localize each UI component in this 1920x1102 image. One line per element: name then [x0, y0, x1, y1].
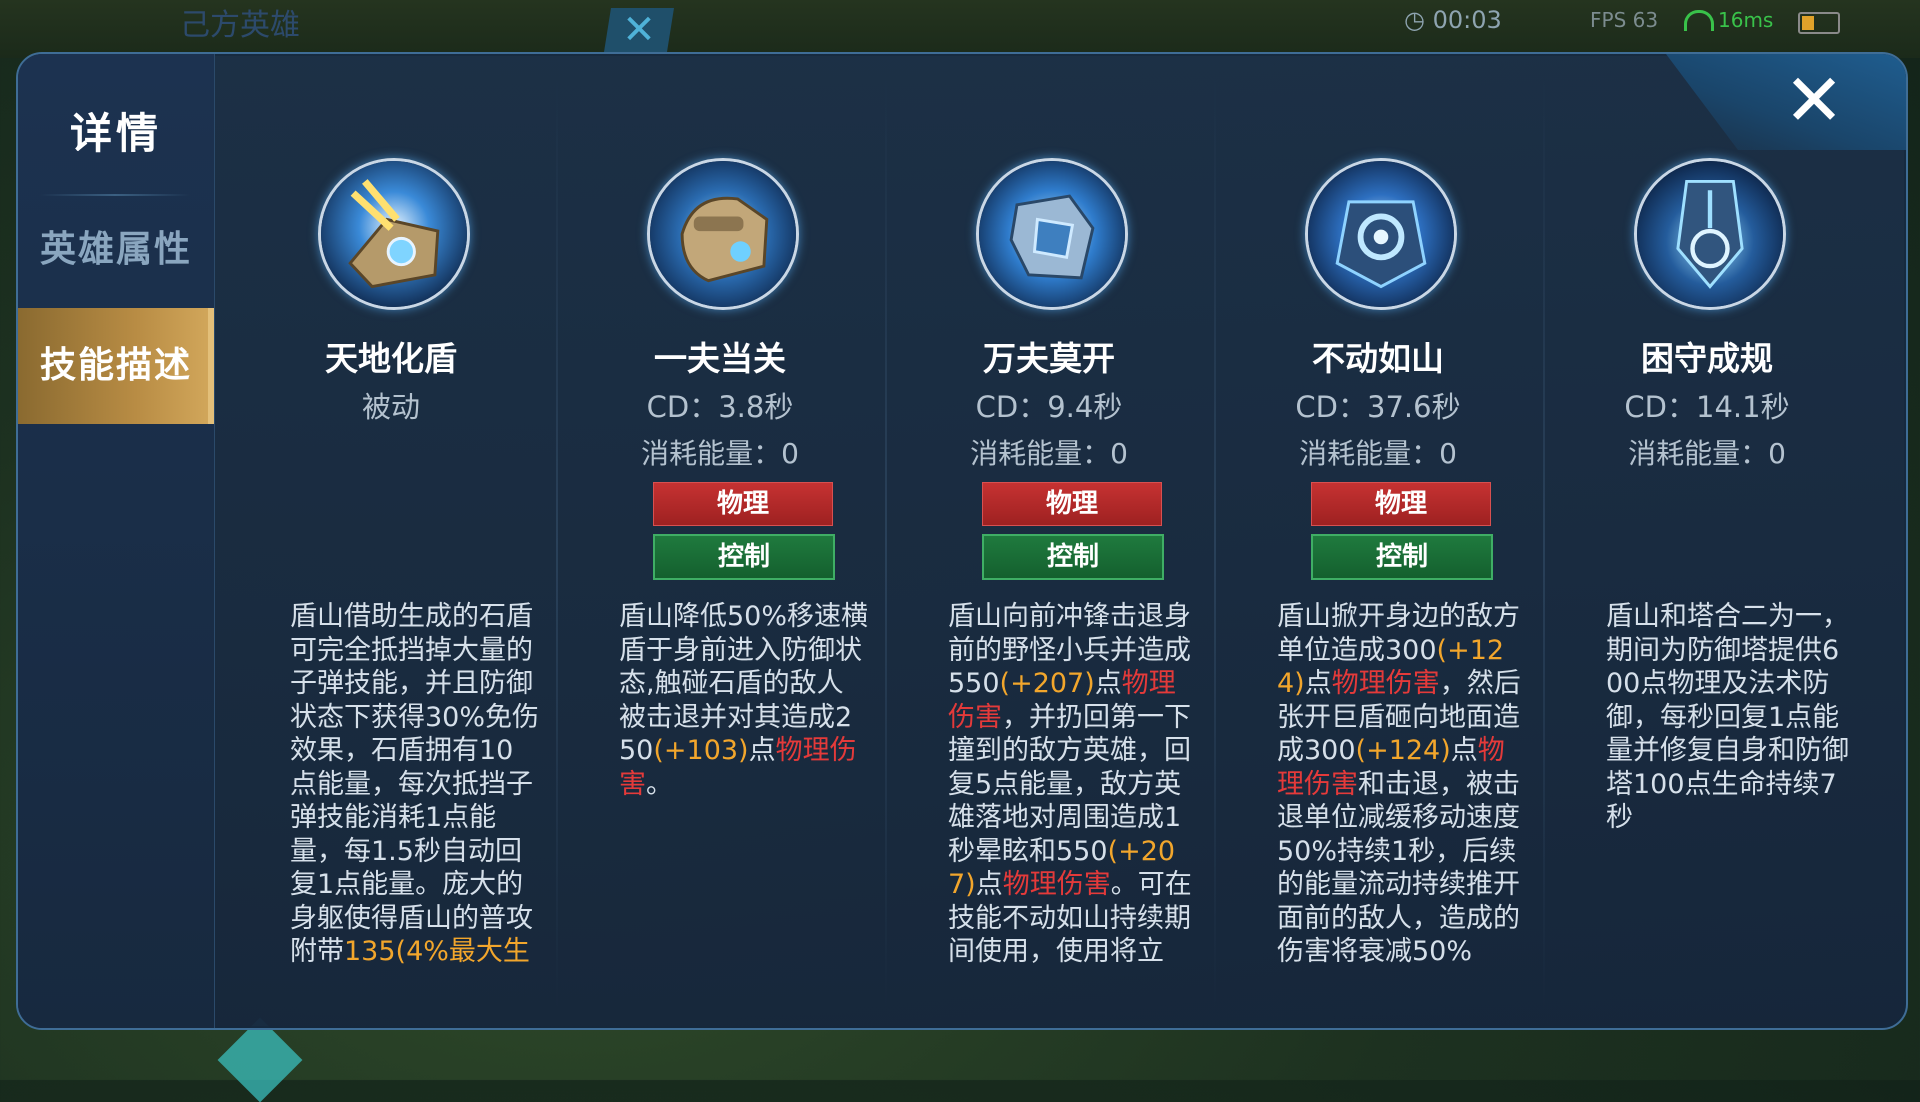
- skill-description: 盾山向前冲锋击退身前的野怪小兵并造成550(+207)点物理伤害，并扔回第一下撞…: [948, 600, 1198, 980]
- description-text: 盾山借助生成的石盾可完全抵挡掉大量的子弹技能，并且防御状态下获得30%免伤效果，…: [290, 601, 540, 967]
- damage-type-text: 物理伤害: [1002, 869, 1111, 900]
- match-timer: ◷ 00:03: [1404, 6, 1502, 34]
- tab-hero-attributes[interactable]: 英雄属性: [18, 192, 214, 308]
- skill-energy-cost: 消耗能量：0: [641, 437, 799, 470]
- great-shield-icon: [1305, 158, 1457, 310]
- charge-icon: [976, 158, 1128, 310]
- tag-physical: 物理: [653, 482, 833, 526]
- skill-energy-cost: 消耗能量：0: [970, 437, 1128, 470]
- description-text: 点: [975, 869, 1003, 900]
- wifi-icon: [1684, 10, 1714, 31]
- skill-name: 万夫莫开: [983, 339, 1115, 378]
- skill-card-passive: 天地化盾 被动 盾山借助生成的石盾可完全抵挡掉大量的子弹技能，并且防御状态下获得…: [228, 54, 558, 1028]
- scaling-value: (+103): [653, 735, 749, 766]
- skill-list: 天地化盾 被动 盾山借助生成的石盾可完全抵挡掉大量的子弹技能，并且防御状态下获得…: [228, 54, 1888, 1028]
- skill-name: 不动如山: [1312, 339, 1444, 378]
- scaling-value: (+124): [1355, 735, 1451, 766]
- tag-control: 控制: [982, 534, 1164, 580]
- description-text: 点: [1450, 735, 1478, 766]
- skill-description: 盾山降低50%移速横盾于身前进入防御状态,触碰石盾的敌人被击退并对其造成250(…: [619, 600, 869, 980]
- skill-cooldown: CD：9.4秒: [975, 390, 1123, 424]
- skill-cooldown: CD：3.8秒: [646, 390, 794, 424]
- skill-description: 盾山掀开身边的敌方单位造成300(+124)点物理伤害，然后张开巨盾砸向地面造成…: [1277, 600, 1527, 980]
- battery-icon: [1798, 12, 1840, 34]
- description-text: 点: [1094, 668, 1122, 699]
- hero-detail-panel: 详情 英雄属性 技能描述 ✕ 天地化盾 被动 盾山借助生成的石盾可完全抵挡掉大量…: [16, 52, 1908, 1030]
- skill-card-3: 不动如山 CD：37.6秒 消耗能量：0 物理 控制 盾山掀开身边的敌方单位造成…: [1215, 54, 1545, 1028]
- ping-readout: 16ms: [1718, 8, 1774, 32]
- description-text: 点: [1304, 668, 1332, 699]
- skill-description: 盾山借助生成的石盾可完全抵挡掉大量的子弹技能，并且防御状态下获得30%免伤效果，…: [290, 600, 540, 980]
- skill-card-2: 万夫莫开 CD：9.4秒 消耗能量：0 物理 控制 盾山向前冲锋击退身前的野怪小…: [886, 54, 1216, 1028]
- skill-name: 一夫当关: [654, 339, 786, 378]
- skill-cooldown: CD：14.1秒: [1624, 390, 1790, 424]
- description-text: 盾山和塔合二为一，期间为防御塔提供600点物理及法术防御，每秒回复1点能量并修复…: [1606, 601, 1849, 833]
- skill-card-4: 困守成规 CD：14.1秒 消耗能量：0 盾山和塔合二为一，期间为防御塔提供60…: [1544, 54, 1874, 1028]
- tag-control: 控制: [653, 534, 835, 580]
- tower-merge-icon: [1634, 158, 1786, 310]
- skill-subtitle: 被动: [361, 390, 420, 424]
- tag-control: 控制: [1311, 534, 1493, 580]
- team-label: 己方英雄: [180, 8, 300, 43]
- decorative-gem: [217, 1017, 303, 1102]
- skill-energy-cost: 消耗能量：0: [1628, 437, 1786, 470]
- description-text: 点: [748, 735, 776, 766]
- sidebar-title: 详情: [69, 109, 162, 158]
- skill-name: 困守成规: [1641, 339, 1773, 378]
- scaling-value: 135(4%最大生: [344, 936, 530, 967]
- match-timer-value: 00:03: [1432, 6, 1502, 34]
- shield-gauntlet-icon: [318, 158, 470, 310]
- damage-type-text: 物理伤害: [1331, 668, 1440, 699]
- skill-cooldown: CD：37.6秒: [1295, 390, 1461, 424]
- skill-card-1: 一夫当关 CD：3.8秒 消耗能量：0 物理 控制 盾山降低50%移速横盾于身前…: [557, 54, 887, 1028]
- tag-physical: 物理: [982, 482, 1162, 526]
- scaling-value: (+207): [999, 668, 1095, 699]
- skill-name: 天地化盾: [325, 339, 457, 378]
- close-x-tab-icon: ✕: [604, 8, 674, 52]
- skill-description: 盾山和塔合二为一，期间为防御塔提供600点物理及法术防御，每秒回复1点能量并修复…: [1606, 600, 1856, 980]
- tab-skill-description[interactable]: 技能描述: [18, 308, 214, 424]
- fps-readout: FPS 63: [1590, 8, 1659, 32]
- description-text: 。: [646, 768, 673, 800]
- fist-shield-icon: [647, 158, 799, 310]
- detail-sidebar: 详情 英雄属性 技能描述: [18, 54, 215, 1028]
- tag-physical: 物理: [1311, 482, 1491, 526]
- skill-energy-cost: 消耗能量：0: [1299, 437, 1457, 470]
